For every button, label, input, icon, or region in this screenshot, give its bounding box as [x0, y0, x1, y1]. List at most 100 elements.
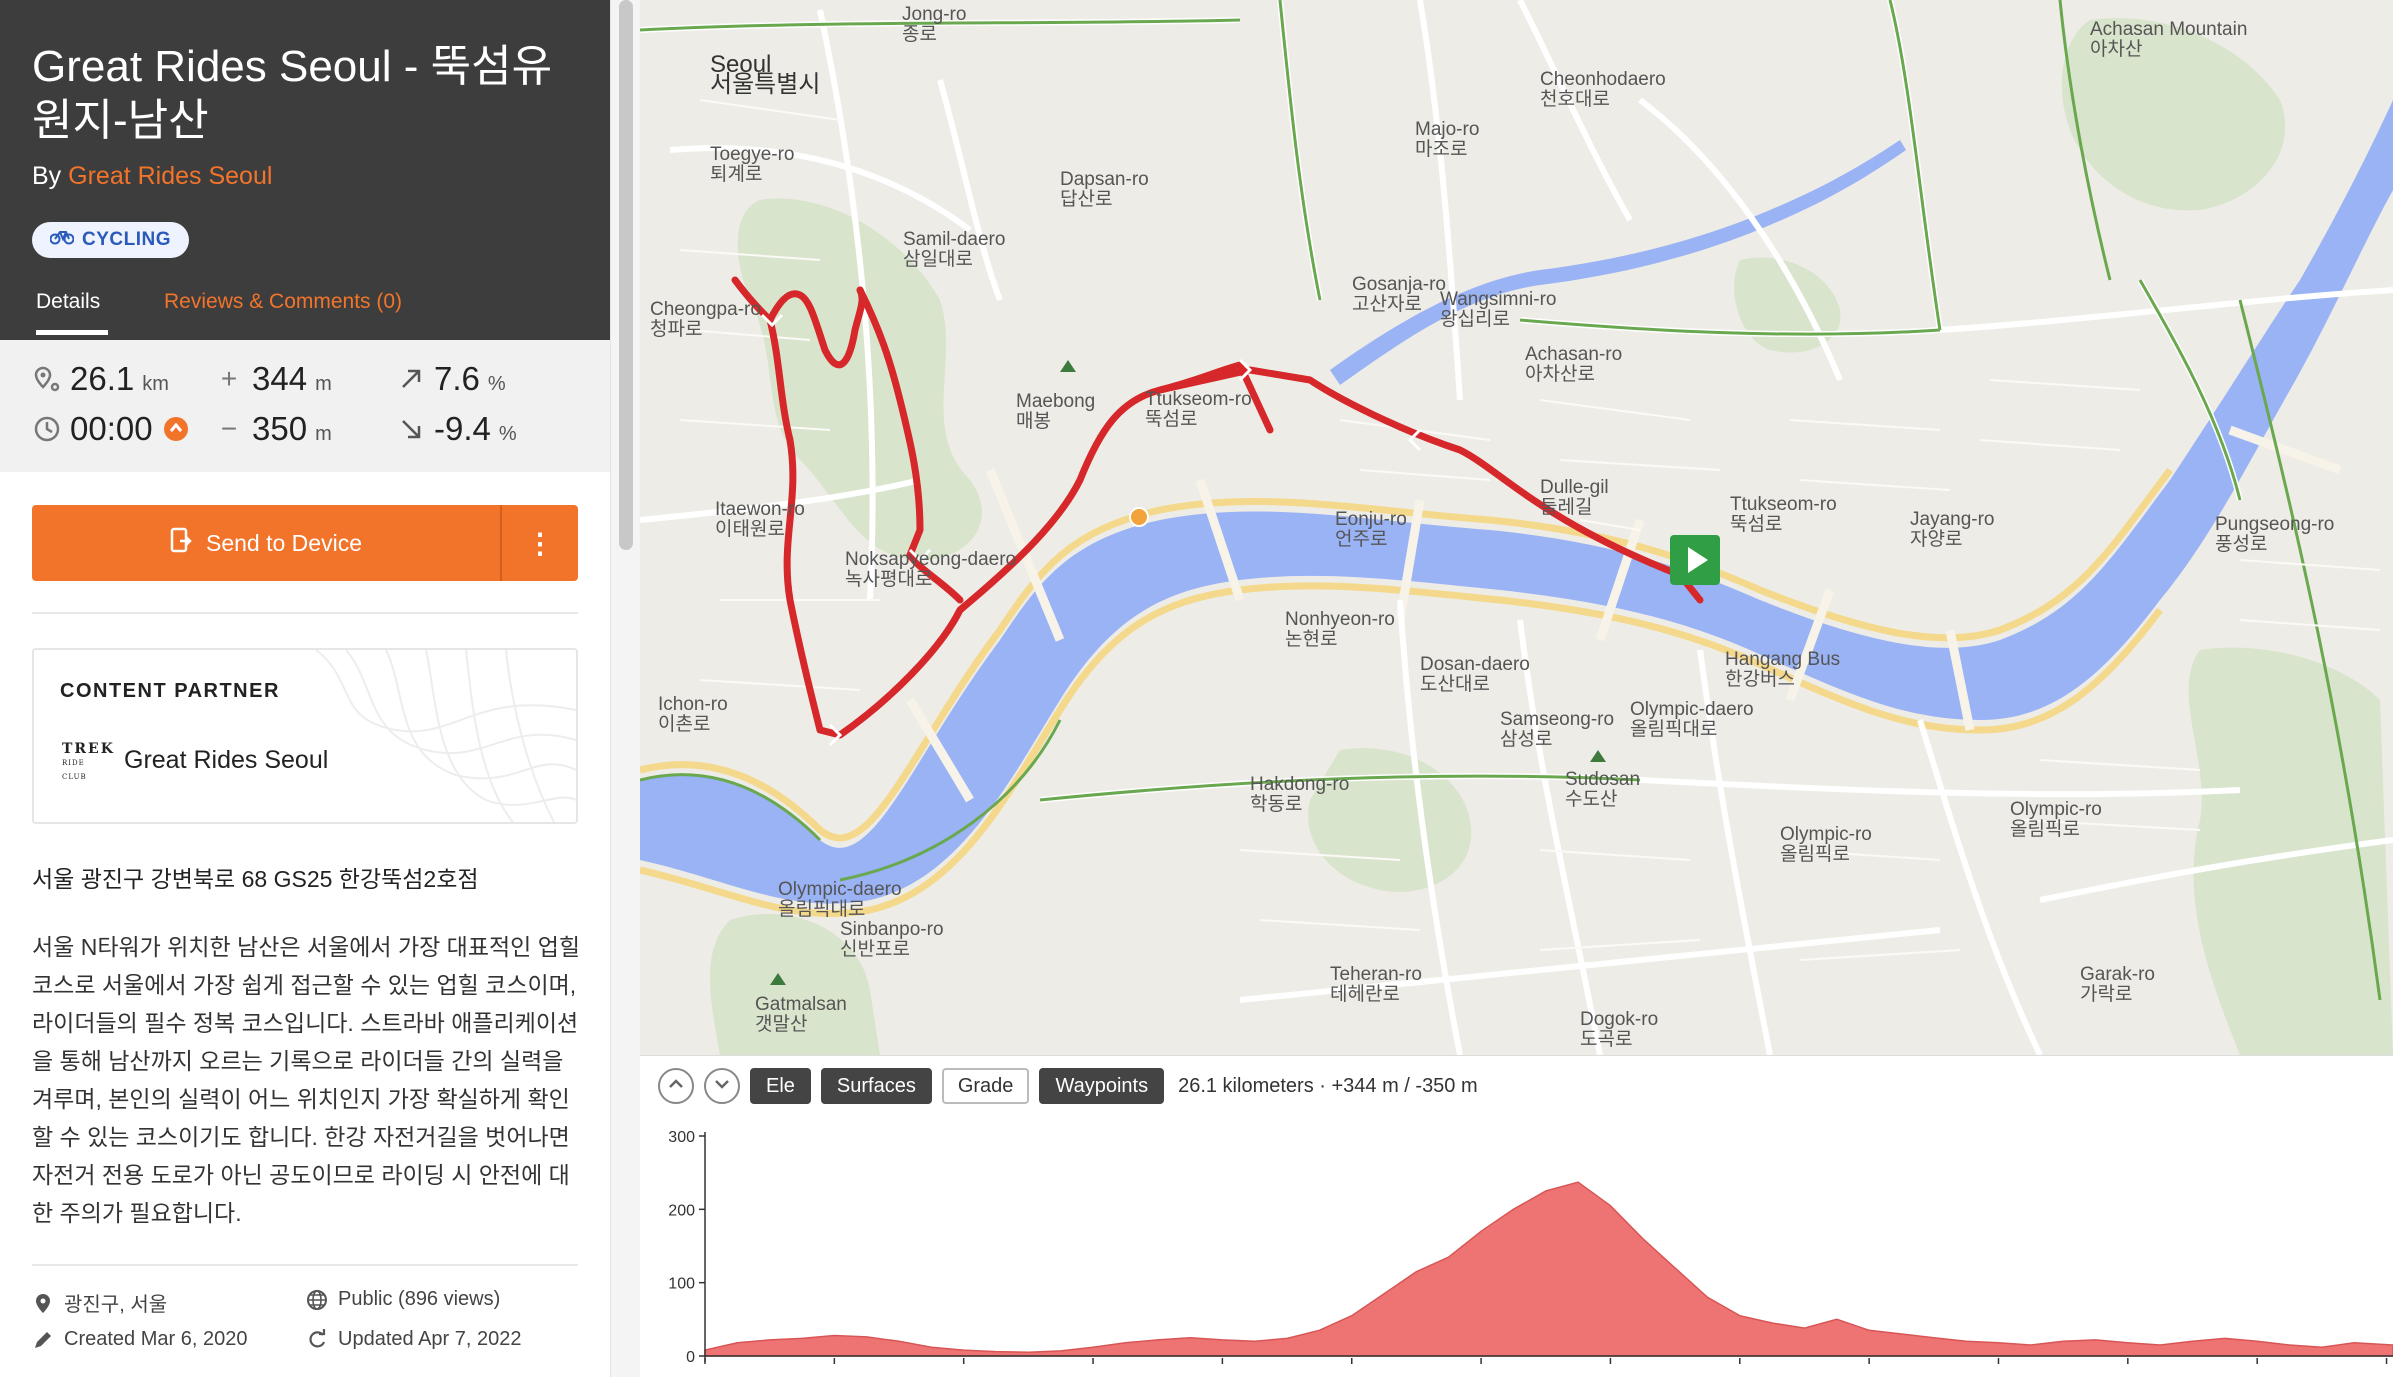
map-label: Sinbanpo-ro 신반포로 — [840, 920, 944, 960]
time-value: 00:00 — [70, 410, 153, 447]
content-partner-card[interactable]: CONTENT PARTNER TREK RIDE CLUB Great Rid… — [32, 648, 578, 824]
map-label-ko: 올림픽대로 — [778, 899, 866, 920]
distance-unit: km — [142, 373, 169, 395]
stat-time: 00:00 — [32, 410, 191, 448]
grade-down-value: -9.4 — [434, 410, 491, 447]
meta-created: Created Mar 6, 2020 — [32, 1328, 247, 1351]
map-label-ko: 녹사평대로 — [845, 569, 933, 590]
start-address: 서울 광진구 강변북로 68 GS25 한강뚝섬2호점 — [32, 866, 479, 892]
map-label-en: Samil-daero — [903, 229, 1006, 250]
activity-badge: CYCLING — [32, 222, 189, 258]
speed-toggle-icon[interactable] — [161, 414, 191, 444]
map-label-ko: 종로 — [902, 24, 937, 45]
more-options-button[interactable]: ⋮ — [502, 505, 578, 581]
map-label-ko: 이촌로 — [658, 714, 711, 735]
arrow-down-right-icon — [396, 414, 426, 444]
meta-updated: Updated Apr 7, 2022 — [306, 1328, 521, 1351]
map-label-ko: 도곡로 — [1580, 1029, 1633, 1050]
map-label-en: Dosan-daero — [1420, 654, 1530, 675]
map-label-ko: 천호대로 — [1540, 89, 1610, 110]
grade-up-value: 7.6 — [434, 360, 480, 397]
divider — [32, 1264, 578, 1266]
minus-icon: − — [220, 413, 238, 444]
chevron-up-icon — [668, 1077, 684, 1095]
route-map[interactable]: Seoul 서울특별시 Jong-ro 종로 Toegye-ro 퇴계로 Samil-dae… — [640, 0, 2393, 1055]
topo-pattern-icon — [315, 650, 576, 822]
collapse-up-button[interactable] — [658, 1068, 694, 1104]
elevation-chart[interactable]: 0 100 200 300 — [640, 1116, 2393, 1378]
map-label: Hangang Bus 한강버스 — [1725, 650, 1840, 690]
map-label-en: Olympic-daero — [778, 879, 902, 900]
route-start-marker[interactable] — [1670, 535, 1720, 585]
distance-pin-icon — [32, 364, 62, 394]
map-label: Olympic-daero 올림픽대로 — [778, 880, 902, 920]
surfaces-toggle[interactable]: Surfaces — [820, 1068, 932, 1104]
clock-icon — [32, 414, 62, 444]
map-label-en: Eonju-ro — [1335, 509, 1407, 530]
y-tick-label: 300 — [668, 1129, 695, 1146]
y-tick-label: 200 — [668, 1202, 695, 1219]
send-button-group: Send to Device ⋮ — [32, 505, 578, 581]
map-label-ko: 마조로 — [1415, 139, 1468, 160]
map-label: Cheonhodaero 천호대로 — [1540, 70, 1666, 110]
map-label: Itaewon-ro 이태원로 — [715, 500, 805, 540]
elevation-area — [704, 1181, 2393, 1357]
map-label-en: Ttukseom-ro — [1145, 389, 1252, 410]
stat-grade-down: -9.4 % — [396, 410, 517, 448]
grade-toggle[interactable]: Grade — [941, 1068, 1030, 1104]
route-stats: 26.1 km + 344 m 7.6 % 00:00 − 350 m -9.4… — [0, 340, 610, 472]
route-sidebar: Great Rides Seoul - 뚝섬유원지-남산 By Great Ri… — [0, 0, 610, 1377]
tab-reviews[interactable]: Reviews & Comments (0) — [164, 290, 402, 314]
map-label-en: Dulle-gil — [1540, 477, 1609, 498]
map-label-en: Itaewon-ro — [715, 499, 805, 520]
elevation-toggle[interactable]: Ele — [750, 1068, 811, 1104]
map-label-ko: 풍성로 — [2215, 534, 2268, 555]
map-label-en: Hangang Bus — [1725, 649, 1841, 670]
map-label: Ttukseom-ro 뚝섬로 — [1145, 390, 1252, 430]
map-label-en: Noksapyeong-daero — [845, 549, 1017, 570]
tab-details[interactable]: Details — [36, 290, 108, 335]
map-label-en: Majo-ro — [1415, 119, 1480, 140]
content-partner-name[interactable]: Great Rides Seoul — [124, 746, 328, 775]
author-link[interactable]: Great Rides Seoul — [68, 162, 272, 190]
waypoints-toggle[interactable]: Waypoints — [1039, 1068, 1165, 1104]
map-label-ko: 퇴계로 — [710, 164, 763, 185]
map-label: Majo-ro 마조로 — [1415, 120, 1479, 160]
map-label-en: Olympic-ro — [1780, 824, 1872, 845]
vertical-dots-icon: ⋮ — [526, 527, 554, 559]
map-label-ko: 매봉 — [1016, 411, 1051, 432]
map-label-ko: 서울특별시 — [710, 71, 821, 98]
map-label-ko: 뚝섬로 — [1730, 514, 1783, 535]
map-label: Noksapyeong-daero 녹사평대로 — [845, 550, 1016, 590]
map-label-en: Pungseong-ro — [2215, 514, 2335, 535]
y-tick-label: 100 — [668, 1276, 695, 1293]
sidebar-scrollbar[interactable] — [610, 0, 640, 1377]
map-label-ko: 도산대로 — [1420, 674, 1490, 695]
map-label: Olympic-ro 올림픽로 — [2010, 800, 2102, 840]
plus-icon: + — [220, 363, 238, 394]
map-label-en: Dogok-ro — [1580, 1009, 1659, 1030]
map-label: Seoul 서울특별시 — [710, 53, 821, 98]
grade-down-unit: % — [498, 423, 517, 445]
map-label-en: Sudosan — [1565, 769, 1641, 790]
elevation-loss-unit: m — [315, 423, 332, 445]
map-label: Olympic-ro 올림픽로 — [1780, 825, 1872, 865]
stat-distance: 26.1 km — [32, 360, 169, 398]
divider — [32, 612, 578, 614]
expand-down-button[interactable] — [704, 1068, 740, 1104]
map-label: Dogok-ro 도곡로 — [1580, 1010, 1658, 1050]
map-label-ko: 신반포로 — [840, 939, 910, 960]
tab-details-label: Details — [36, 290, 101, 313]
map-label-ko: 학동로 — [1250, 794, 1303, 815]
bicycle-icon — [49, 229, 75, 251]
trek-logo-word: TREK — [62, 741, 115, 757]
scrollbar-thumb[interactable] — [619, 0, 633, 550]
meta-visibility: Public (896 views) — [306, 1288, 500, 1311]
byline: By Great Rides Seoul — [32, 162, 272, 191]
map-label: Dosan-daero 도산대로 — [1420, 655, 1530, 695]
map-label-ko: 언주로 — [1335, 529, 1388, 550]
map-label-ko: 수도산 — [1565, 789, 1618, 810]
map-label-en: Samseong-ro — [1500, 709, 1615, 730]
map-label-en: Ichon-ro — [658, 694, 728, 715]
send-to-device-button[interactable]: Send to Device — [32, 505, 500, 581]
